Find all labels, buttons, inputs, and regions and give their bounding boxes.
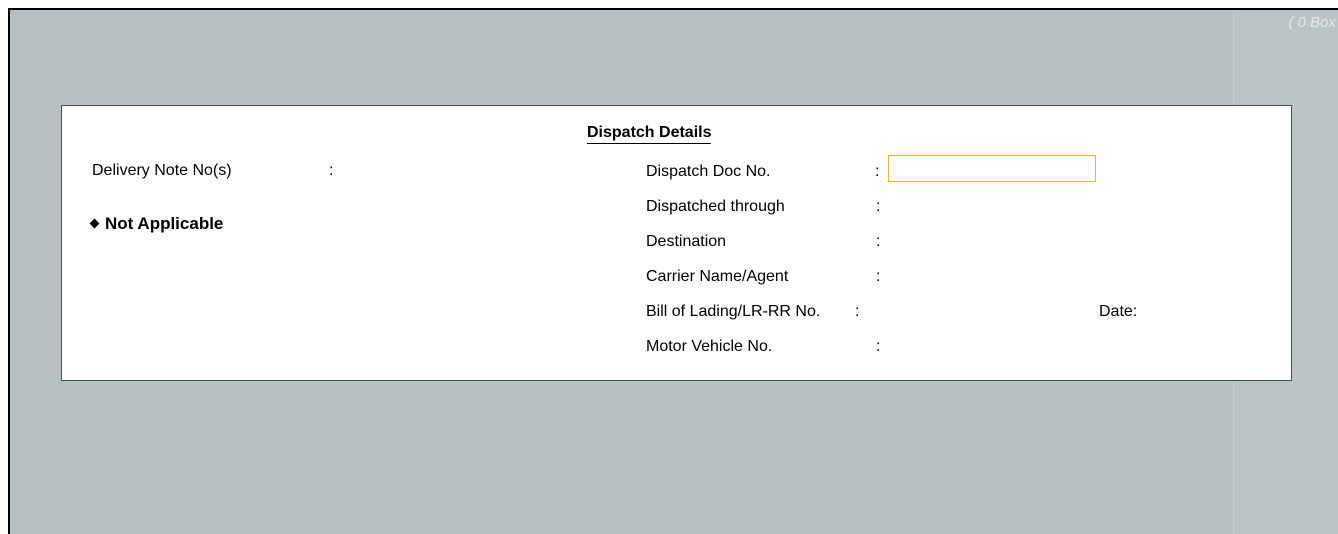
destination-label: Destination <box>646 233 727 250</box>
boxes-count-label: ( 0 Box <box>1288 14 1336 31</box>
carrier-name-label: Carrier Name/Agent <box>646 268 789 285</box>
motor-vehicle-label: Motor Vehicle No. <box>646 338 773 355</box>
date-label: Date: <box>1099 303 1138 320</box>
dispatch-details-panel: Dispatch Details Delivery Note No(s) : N… <box>61 105 1292 381</box>
not-applicable-option[interactable]: Not Applicable <box>88 214 223 234</box>
app-window: ( 0 Box Dispatch Details Delivery Note N… <box>8 8 1338 534</box>
dispatched-through-colon: : <box>876 198 881 215</box>
diamond-bullet-icon <box>89 218 100 228</box>
bill-of-lading-label: Bill of Lading/LR-RR No. <box>646 303 821 320</box>
delivery-note-colon: : <box>329 162 334 179</box>
dispatch-doc-no-colon: : <box>875 163 880 180</box>
carrier-name-colon: : <box>876 268 881 285</box>
motor-vehicle-colon: : <box>876 338 881 355</box>
dispatched-through-label: Dispatched through <box>646 198 785 215</box>
destination-colon: : <box>876 233 881 250</box>
bill-of-lading-colon: : <box>855 303 860 320</box>
not-applicable-label: Not Applicable <box>105 214 224 233</box>
delivery-note-label: Delivery Note No(s) <box>92 162 232 179</box>
panel-title: Dispatch Details <box>587 124 712 144</box>
dispatch-doc-no-input[interactable] <box>888 155 1096 182</box>
dispatch-doc-no-label: Dispatch Doc No. <box>646 163 771 180</box>
